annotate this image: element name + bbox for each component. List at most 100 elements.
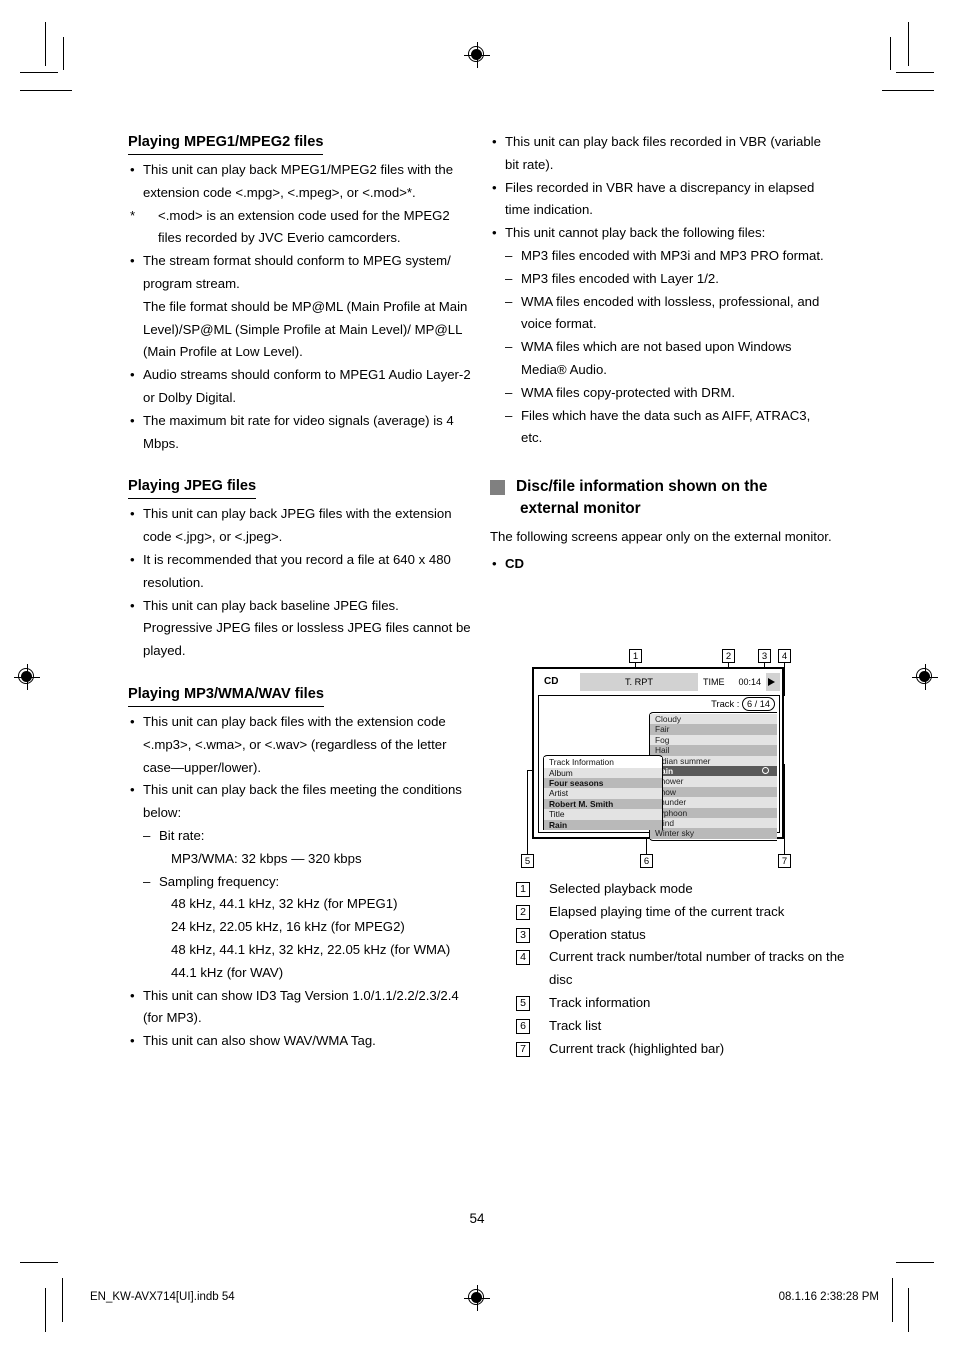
heading-disc-file-information: Disc/file information shown on the exter… <box>490 476 835 520</box>
list-item-text: This unit can play back MPEG1/MPEG2 file… <box>143 162 454 200</box>
source-label: CD <box>538 673 580 691</box>
callout-2: 2 <box>722 649 735 663</box>
list-item: • This unit can play back baseline JPEG … <box>128 595 473 663</box>
external-monitor-screen: CD T. RPT TIME 00:14 Track : 6 / 14 Clou… <box>532 667 784 841</box>
sampling-value: 24 kHz, 22.05 kHz, 16 kHz (for MPEG2) <box>171 919 405 935</box>
list-item[interactable]: Hail <box>650 745 777 756</box>
crop-mark-top-right-h2 <box>882 90 934 91</box>
list-item-text: This unit can show ID3 Tag Version 1.0/1… <box>143 987 459 1026</box>
right-text-column: • This unit can play back files recorded… <box>490 131 835 576</box>
legend-row: 5 Track information <box>516 992 846 1015</box>
bullet-glyph: • <box>130 253 135 269</box>
crop-mark-bottom-right-v1 <box>908 1288 909 1332</box>
track-information-header: Track Information <box>544 757 662 768</box>
sampling-value: 48 kHz, 44.1 kHz, 32 kHz (for MPEG1) <box>171 896 398 912</box>
list-item: • This unit can play back files recorded… <box>490 131 835 177</box>
sub-item-text: MP3 files encoded with Layer 1/2. <box>521 270 719 286</box>
figure-legend: 1 Selected playback mode 2 Elapsed playi… <box>516 878 846 1060</box>
list-item[interactable]: Fair <box>650 724 777 735</box>
crop-mark-top-right-v1 <box>908 22 909 66</box>
list-item: • This unit can play back MPEG1/MPEG2 fi… <box>128 159 473 205</box>
time-label: TIME <box>703 677 725 687</box>
dash-glyph: – <box>505 384 513 400</box>
bullet-glyph: • <box>130 713 135 729</box>
track-info-field-album-value: Four seasons <box>544 778 662 789</box>
current-track-marker-icon <box>762 767 769 775</box>
list-item[interactable]: Indian summer <box>650 755 777 766</box>
track-counter-label: Track : <box>711 698 740 709</box>
page-number: 54 <box>469 1211 485 1226</box>
bullet-glyph: • <box>130 551 135 567</box>
legend-text: Track information <box>549 994 651 1010</box>
callout-4-leader-v <box>784 663 785 695</box>
legend-text: Track list <box>549 1017 602 1033</box>
callout-5: 5 <box>521 854 534 868</box>
vbr-bullet-list: • This unit can play back files recorded… <box>490 131 835 450</box>
bullet-glyph: • <box>130 506 135 522</box>
list-item[interactable]: Snow <box>650 786 777 798</box>
list-item[interactable]: Typhoon <box>650 807 777 818</box>
registration-mark-bottom <box>464 1285 490 1311</box>
list-item[interactable]: Cloudy <box>650 714 777 725</box>
crop-mark-top-left-v1 <box>45 22 46 66</box>
callout-5-leader-v <box>527 770 528 854</box>
sub-item-label: Bit rate: <box>159 827 205 843</box>
bullet-glyph: • <box>130 412 135 428</box>
registration-mark-top <box>464 42 490 68</box>
heading-mpeg-wrap: Playing MPEG1/MPEG2 files <box>128 131 473 157</box>
bullet-glyph: • <box>130 367 135 383</box>
list-item[interactable]: Fog <box>650 734 777 746</box>
bullet-glyph: • <box>130 987 135 1003</box>
legend-number: 4 <box>516 950 530 966</box>
legend-number: 5 <box>516 995 530 1011</box>
sub-item-text: Files which have the data such as AIFF, … <box>521 407 811 446</box>
legend-row: 6 Track list <box>516 1015 846 1038</box>
legend-number: 1 <box>516 882 530 897</box>
list-item-text: This unit can also show WAV/WMA Tag. <box>143 1033 376 1049</box>
crop-mark-top-left-v2 <box>63 37 64 70</box>
legend-row: 4 Current track number/total number of t… <box>516 946 846 992</box>
list-item: • The maximum bit rate for video signals… <box>128 410 473 456</box>
footer-rule-left <box>62 1278 63 1322</box>
play-icon <box>768 678 775 686</box>
registration-mark-left <box>14 664 40 690</box>
crop-mark-bottom-left-h1 <box>20 1262 58 1263</box>
list-item[interactable]: Wind <box>650 817 777 829</box>
sub-item: – WMA files encoded with lossless, profe… <box>505 291 835 337</box>
sampling-value: 44.1 kHz (for WAV) <box>171 964 284 980</box>
heading-mp3-wrap: Playing MP3/WMA/WAV files <box>128 683 473 709</box>
legend-row: 3 Operation status <box>516 924 846 947</box>
legend-number: 3 <box>516 927 530 943</box>
list-item-current-track[interactable]: Rain <box>650 765 777 777</box>
bullet-glyph: • <box>130 597 135 613</box>
track-info-field-title-value: Rain <box>544 819 662 830</box>
bullet-glyph: • <box>130 162 135 177</box>
heading-jpeg-wrap: Playing JPEG files <box>128 475 473 501</box>
callout-7: 7 <box>778 854 791 868</box>
list-item-text: Files recorded in VBR have a discrepancy… <box>505 179 815 218</box>
list-item: • This unit can also show WAV/WMA Tag. <box>128 1030 473 1053</box>
cd-subheading: • CD <box>490 553 835 576</box>
sub-item-text: WMA files which are not based upon Windo… <box>521 339 792 377</box>
track-list[interactable]: Cloudy Fair Fog Hail Indian summer Rain … <box>649 712 777 841</box>
dash-glyph: – <box>505 293 513 309</box>
list-item[interactable]: Thunder <box>650 797 777 808</box>
dash-glyph: – <box>505 247 513 263</box>
sampling-value: 48 kHz, 44.1 kHz, 32 kHz, 22.05 kHz (for… <box>171 941 451 957</box>
crop-mark-top-right-v2 <box>890 37 891 70</box>
heading-line-1: Disc/file information shown on the <box>516 478 768 496</box>
list-item-text: This unit can play back files recorded i… <box>505 134 821 172</box>
list-item: • This unit can show ID3 Tag Version 1.0… <box>128 985 473 1031</box>
list-item[interactable]: Winter sky <box>650 828 777 839</box>
bullet-glyph: • <box>492 134 497 149</box>
list-item[interactable]: Shower <box>650 776 777 787</box>
legend-row: 1 Selected playback mode <box>516 878 846 901</box>
list-item-continuation: The file format should be MP@ML (Main Pr… <box>143 298 468 360</box>
bullet-glyph: • <box>130 782 135 798</box>
list-item-text: This unit cannot play back the following… <box>505 225 766 241</box>
sub-item: – MP3 files encoded with MP3i and MP3 PR… <box>505 245 835 268</box>
list-item: • This unit can play back the files meet… <box>128 779 473 984</box>
jpeg-bullet-list: • This unit can play back JPEG files wit… <box>128 503 473 663</box>
crop-mark-bottom-right-h1 <box>896 1262 934 1263</box>
heading-playing-mp3: Playing MP3/WMA/WAV files <box>128 684 324 707</box>
